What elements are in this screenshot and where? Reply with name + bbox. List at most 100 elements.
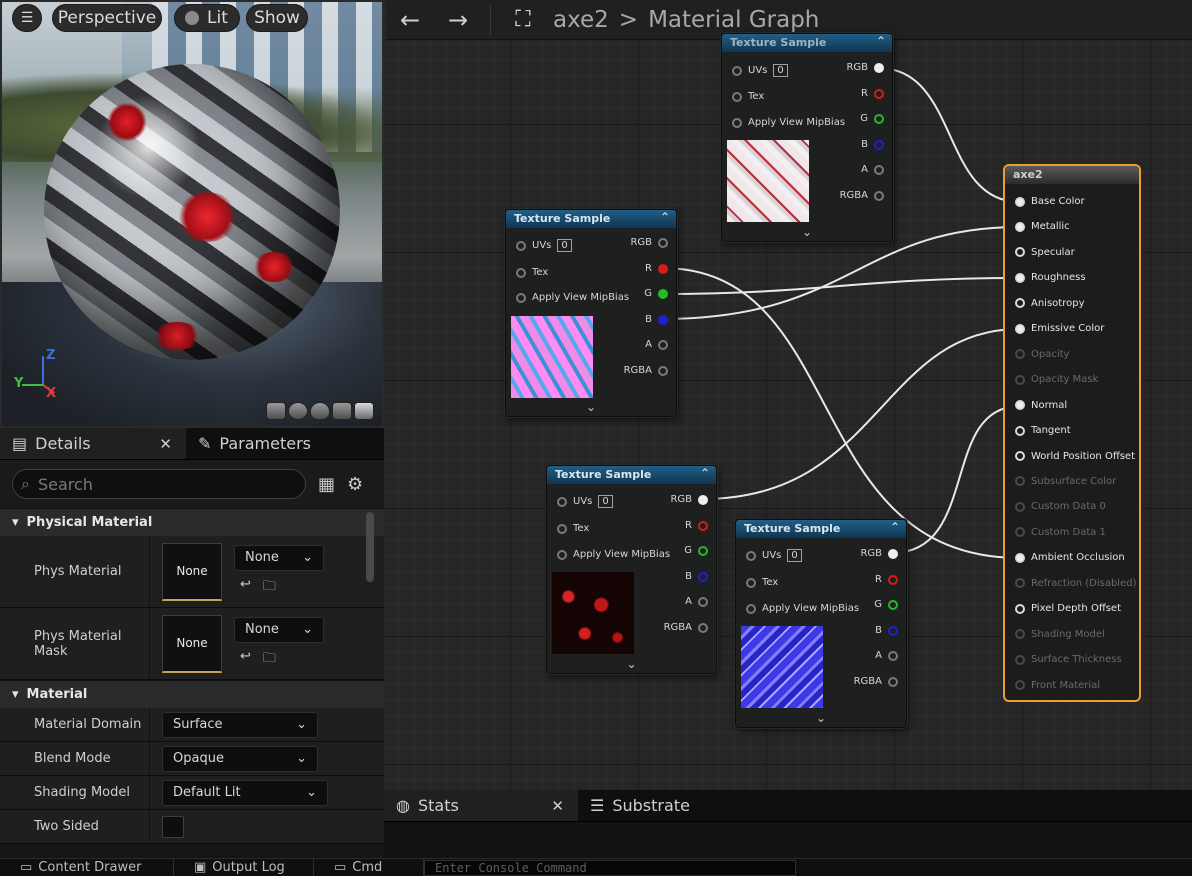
result-input-roughness[interactable]: Roughness xyxy=(1015,272,1086,283)
tex-input[interactable]: Tex xyxy=(557,523,589,534)
output-pin-icon[interactable] xyxy=(888,548,898,559)
plane-preview-icon[interactable] xyxy=(310,402,330,420)
input-pin-icon[interactable] xyxy=(1015,272,1025,283)
search-input[interactable]: ⌕ Search xyxy=(12,469,306,499)
output-pin-icon[interactable] xyxy=(658,314,668,325)
use-selected-icon[interactable]: ↩ xyxy=(240,577,251,599)
input-pin-icon[interactable] xyxy=(1015,629,1025,640)
material-preview-viewport[interactable]: ☰ Perspective Lit Show Z Y X xyxy=(0,0,384,428)
input-pin-icon[interactable] xyxy=(1015,400,1025,411)
tab-stats[interactable]: ◍ Stats ✕ xyxy=(384,790,578,821)
result-input-pixel-depth-offset[interactable]: Pixel Depth Offset xyxy=(1015,603,1121,614)
material-domain-combo[interactable]: Surface ⌄ xyxy=(162,711,318,738)
g-output[interactable]: G xyxy=(860,113,884,124)
expand-chevron-icon[interactable]: ⌄ xyxy=(506,400,676,414)
category-material[interactable]: ▾ Material xyxy=(0,680,384,708)
output-pin-icon[interactable] xyxy=(874,113,884,124)
input-pin-icon[interactable] xyxy=(746,577,756,588)
result-input-metallic[interactable]: Metallic xyxy=(1015,221,1070,232)
result-input-emissive-color[interactable]: Emissive Color xyxy=(1015,323,1104,334)
uvs-input[interactable]: UVs 0 xyxy=(732,64,788,77)
phys-mask-combo[interactable]: None ⌄ xyxy=(234,616,324,643)
rgba-output[interactable]: RGBA xyxy=(664,622,708,633)
input-pin-icon[interactable] xyxy=(1015,196,1025,207)
output-pin-icon[interactable] xyxy=(874,190,884,201)
b-output[interactable]: B xyxy=(685,571,708,582)
a-output[interactable]: A xyxy=(861,164,884,175)
output-pin-icon[interactable] xyxy=(658,288,668,299)
input-pin-icon[interactable] xyxy=(746,550,756,561)
g-output[interactable]: G xyxy=(684,545,708,556)
result-input-base-color[interactable]: Base Color xyxy=(1015,196,1085,207)
input-pin-icon[interactable] xyxy=(1015,552,1025,563)
input-pin-icon[interactable] xyxy=(557,549,567,560)
uvs-input[interactable]: UVs 0 xyxy=(516,239,572,252)
expand-chevron-icon[interactable]: ⌄ xyxy=(736,711,906,725)
phys-material-combo[interactable]: None ⌄ xyxy=(234,544,324,571)
output-pin-icon[interactable] xyxy=(874,164,884,175)
phys-material-slot[interactable]: None xyxy=(162,542,222,601)
node-header[interactable]: Texture Sample ⌃ xyxy=(722,34,892,52)
b-output[interactable]: B xyxy=(861,139,884,150)
output-pin-icon[interactable] xyxy=(698,545,708,556)
settings-gear-icon[interactable]: ⚙ xyxy=(347,474,363,495)
uv-index-field[interactable]: 0 xyxy=(557,239,572,252)
output-pin-icon[interactable] xyxy=(874,62,884,73)
texture-sample-node-4[interactable]: Texture Sample ⌃ UVs 0 Tex Apply View Mip… xyxy=(735,519,907,728)
rgba-output[interactable]: RGBA xyxy=(840,190,884,201)
input-pin-icon[interactable] xyxy=(516,292,526,303)
breadcrumb-asset[interactable]: axe2 xyxy=(553,7,609,33)
uvs-input[interactable]: UVs 0 xyxy=(557,495,613,508)
result-input-opacity[interactable]: Opacity xyxy=(1015,349,1069,360)
forward-arrow-icon[interactable]: → xyxy=(434,1,482,39)
input-pin-icon[interactable] xyxy=(1015,451,1025,461)
r-output[interactable]: R xyxy=(875,574,898,585)
node-header[interactable]: Texture Sample ⌃ xyxy=(506,210,676,228)
input-pin-icon[interactable] xyxy=(1015,603,1025,614)
input-pin-icon[interactable] xyxy=(732,117,742,128)
node-header[interactable]: Texture Sample ⌃ xyxy=(736,520,906,538)
output-pin-icon[interactable] xyxy=(658,365,668,376)
b-output[interactable]: B xyxy=(875,625,898,636)
result-input-specular[interactable]: Specular xyxy=(1015,247,1075,258)
cmd-selector[interactable]: ▭ Cmd xyxy=(314,859,424,876)
output-pin-icon[interactable] xyxy=(658,237,668,248)
uv-index-field[interactable]: 0 xyxy=(598,495,613,508)
result-input-front-material[interactable]: Front Material xyxy=(1015,680,1100,691)
result-input-normal[interactable]: Normal xyxy=(1015,400,1067,411)
input-pin-icon[interactable] xyxy=(1015,578,1025,589)
r-output[interactable]: R xyxy=(645,263,668,274)
cylinder-preview-icon[interactable] xyxy=(266,402,286,420)
mipbias-input[interactable]: Apply View MipBias xyxy=(516,292,629,303)
rgba-output[interactable]: RGBA xyxy=(854,676,898,687)
collapse-icon[interactable]: ⌃ xyxy=(700,466,710,480)
result-input-ambient-occlusion[interactable]: Ambient Occlusion xyxy=(1015,552,1125,563)
output-pin-icon[interactable] xyxy=(658,339,668,350)
table-view-icon[interactable]: ▦ xyxy=(318,474,335,495)
input-pin-icon[interactable] xyxy=(1015,476,1025,487)
texture-sample-node-1[interactable]: Texture Sample ⌃ UVs 0 Tex Apply View Mip… xyxy=(721,33,893,242)
tex-input[interactable]: Tex xyxy=(732,91,764,102)
content-drawer-button[interactable]: ▭ Content Drawer xyxy=(0,859,174,876)
input-pin-icon[interactable] xyxy=(732,91,742,102)
expand-chevron-icon[interactable]: ⌄ xyxy=(547,657,716,671)
blend-mode-combo[interactable]: Opaque ⌄ xyxy=(162,745,318,772)
lit-button[interactable]: Lit xyxy=(174,4,240,32)
viewport-menu-button[interactable]: ☰ xyxy=(12,4,42,32)
tex-input[interactable]: Tex xyxy=(516,267,548,278)
r-output[interactable]: R xyxy=(685,520,708,531)
input-pin-icon[interactable] xyxy=(1015,680,1025,691)
a-output[interactable]: A xyxy=(875,650,898,661)
output-pin-icon[interactable] xyxy=(698,494,708,505)
output-pin-icon[interactable] xyxy=(888,574,898,585)
output-pin-icon[interactable] xyxy=(888,599,898,610)
input-pin-icon[interactable] xyxy=(732,65,742,76)
two-sided-checkbox[interactable] xyxy=(162,815,184,838)
result-input-anisotropy[interactable]: Anisotropy xyxy=(1015,298,1084,309)
g-output[interactable]: G xyxy=(644,288,668,299)
output-pin-icon[interactable] xyxy=(874,88,884,99)
a-output[interactable]: A xyxy=(685,596,708,607)
back-arrow-icon[interactable]: ← xyxy=(386,1,434,39)
node-header[interactable]: Texture Sample ⌃ xyxy=(547,466,716,484)
result-input-subsurface-color[interactable]: Subsurface Color xyxy=(1015,476,1116,487)
